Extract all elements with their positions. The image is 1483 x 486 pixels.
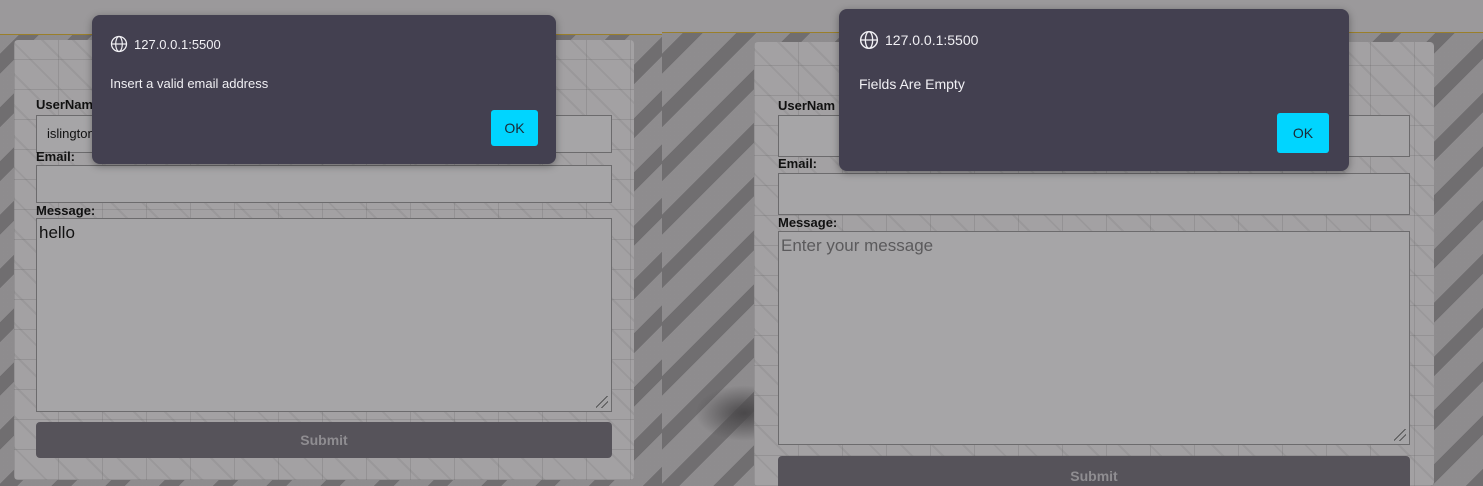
dialog-message: Insert a valid email address [110, 76, 269, 91]
globe-icon [859, 30, 879, 50]
alert-dialog: 127.0.0.1:5500 Fields Are Empty OK [839, 9, 1349, 171]
dialog-message: Fields Are Empty [859, 76, 965, 92]
alert-dialog: 127.0.0.1:5500 Insert a valid email addr… [92, 15, 556, 164]
ok-button[interactable]: OK [491, 110, 538, 146]
submit-button[interactable]: Submit [36, 422, 612, 458]
username-label: UserNam [778, 98, 836, 113]
username-value: islington [47, 126, 95, 141]
username-label: UserName [36, 97, 101, 112]
message-placeholder: Enter your message [781, 236, 934, 255]
dialog-origin-text: 127.0.0.1:5500 [885, 32, 979, 48]
ok-button[interactable]: OK [1277, 113, 1329, 153]
submit-button[interactable]: Submit [778, 456, 1410, 486]
message-textarea[interactable]: Enter your message [778, 231, 1410, 445]
dialog-origin-text: 127.0.0.1:5500 [134, 36, 221, 52]
email-input[interactable] [36, 165, 612, 203]
message-label: Message: [36, 203, 96, 218]
email-label: Email: [36, 149, 76, 164]
resize-grip-icon[interactable] [1394, 429, 1406, 441]
dialog-origin: 127.0.0.1:5500 [110, 35, 221, 53]
email-input[interactable] [778, 173, 1410, 215]
message-value: hello [39, 223, 75, 242]
left-screenshot: UserName islington Email: Message: hello… [0, 0, 662, 486]
right-screenshot: UserNam Email: Message: Enter your messa… [662, 0, 1483, 486]
globe-icon [110, 35, 128, 53]
dialog-origin: 127.0.0.1:5500 [859, 30, 978, 50]
message-label: Message: [778, 215, 838, 230]
email-label: Email: [778, 156, 818, 171]
message-textarea[interactable]: hello [36, 218, 612, 412]
resize-grip-icon[interactable] [596, 396, 608, 408]
